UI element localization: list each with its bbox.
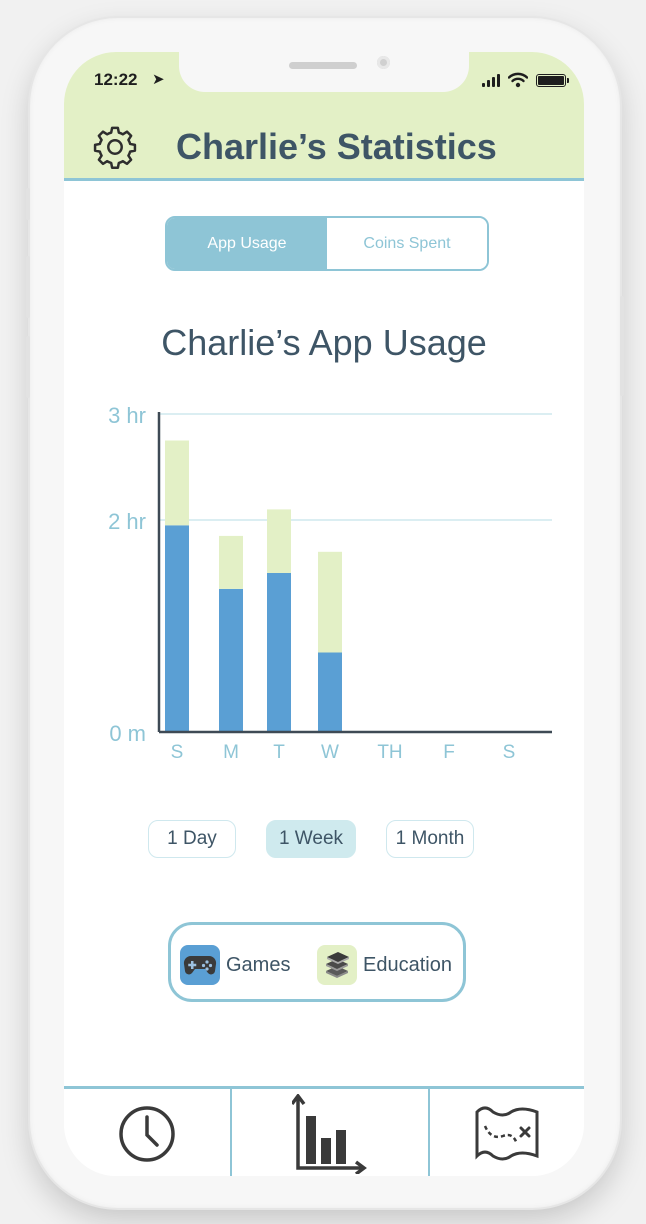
bar-education	[267, 509, 291, 573]
bar-education	[165, 440, 189, 526]
chart-title: Charlie’s App Usage	[161, 322, 487, 363]
speaker-grille	[289, 62, 357, 69]
tab-statistics[interactable]	[232, 1089, 428, 1176]
legend-label-games: Games	[226, 953, 291, 976]
volume-up-button	[26, 256, 30, 318]
volume-down-button	[26, 336, 30, 398]
clock-icon	[119, 1106, 175, 1162]
x-tick-label: M	[223, 742, 239, 763]
tab-history[interactable]	[64, 1089, 230, 1176]
tab-map[interactable]	[430, 1089, 584, 1176]
page-title: Charlie’s Statistics	[176, 126, 497, 167]
x-tick-label: W	[321, 742, 339, 763]
power-button	[620, 296, 624, 396]
bar-education	[318, 551, 342, 653]
y-tick-label: 0 m	[109, 721, 146, 746]
gamepad-icon	[180, 945, 220, 985]
x-tick-label: S	[171, 742, 184, 763]
legend-label-education: Education	[363, 953, 452, 976]
wifi-icon	[508, 72, 528, 88]
bar-games	[318, 652, 342, 732]
bar-games	[165, 525, 189, 732]
silent-switch	[26, 188, 30, 220]
app-usage-chart: 0 m 2 hr 3 hr S M T W TH F S	[108, 403, 552, 763]
bar-chart-icon	[292, 1094, 367, 1174]
x-tick-label: T	[273, 742, 285, 763]
device-notch	[179, 52, 469, 92]
range-1-day-button[interactable]: 1 Day	[148, 820, 236, 858]
tab-coins-spent[interactable]: Coins Spent	[327, 218, 487, 269]
bar-games	[267, 573, 291, 732]
app-screen: 12:22 ➤ Charlie’s Statistics App Usage C…	[64, 52, 584, 1176]
cellular-signal-icon	[482, 73, 500, 87]
bar-education	[219, 535, 243, 589]
x-tick-label: TH	[377, 742, 402, 763]
range-1-week-button[interactable]: 1 Week	[266, 820, 356, 858]
status-icons	[482, 72, 569, 88]
books-icon	[317, 945, 357, 985]
range-1-month-button[interactable]: 1 Month	[386, 820, 474, 858]
chart-legend: Games Education	[168, 922, 466, 1002]
y-tick-label: 2 hr	[108, 509, 146, 534]
settings-gear-icon[interactable]	[92, 124, 138, 170]
y-tick-label: 3 hr	[108, 403, 146, 428]
stats-type-toggle: App Usage Coins Spent	[165, 216, 489, 271]
battery-icon	[536, 73, 569, 87]
legend-item-education: Education	[317, 945, 452, 985]
front-camera	[377, 56, 390, 69]
status-time: 12:22	[94, 70, 138, 89]
x-tick-label: S	[503, 742, 516, 763]
location-arrow-icon: ➤	[152, 71, 165, 88]
bottom-tab-bar	[64, 1086, 584, 1176]
tab-app-usage[interactable]: App Usage	[167, 218, 327, 269]
bar-games	[219, 588, 243, 732]
x-tick-label: F	[443, 742, 455, 763]
treasure-map-icon	[475, 1106, 539, 1161]
legend-item-games: Games	[180, 945, 290, 985]
